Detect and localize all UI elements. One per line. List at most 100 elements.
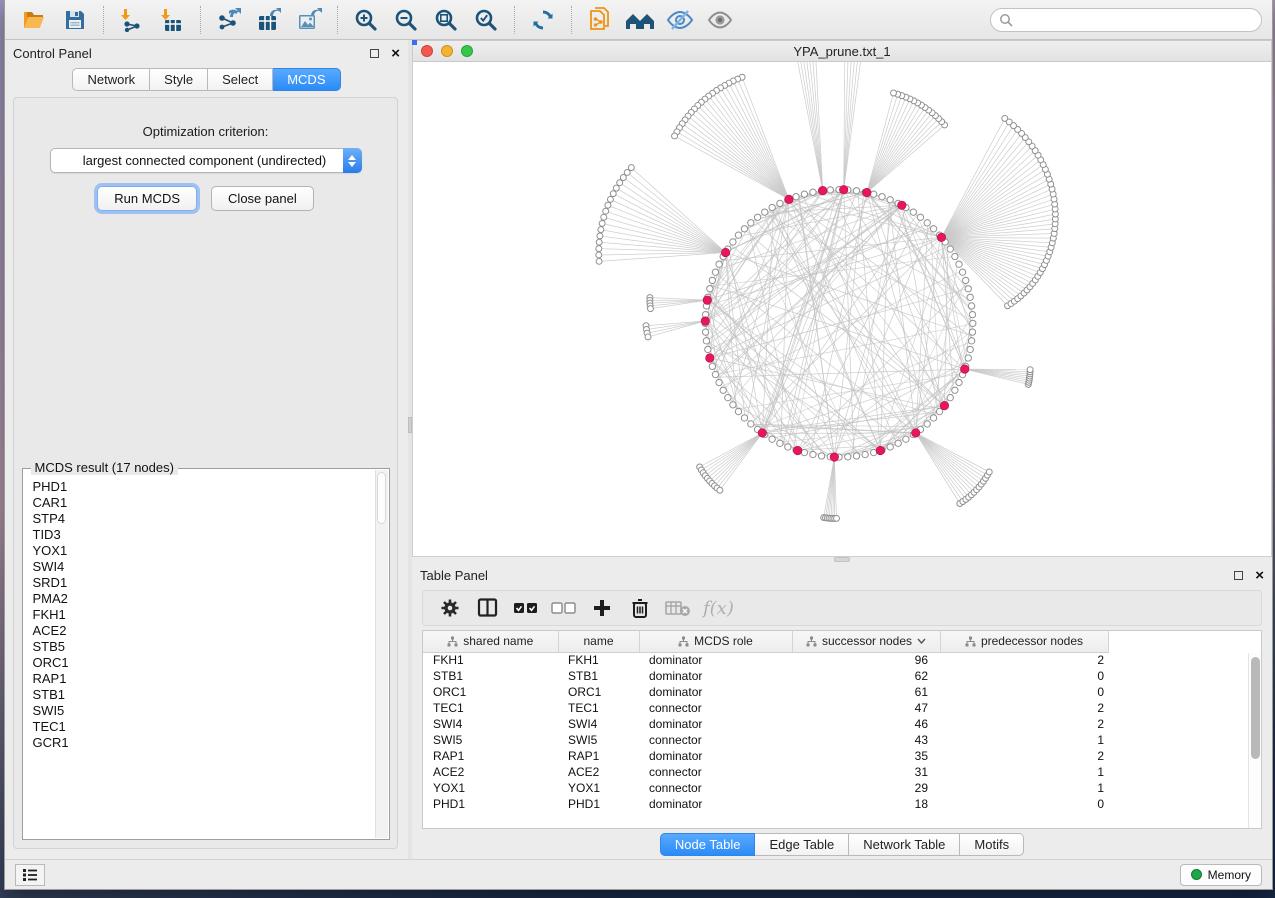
table-cell[interactable]: 2 [940, 748, 1108, 764]
table-cell[interactable]: 0 [940, 668, 1108, 684]
export-image-button[interactable] [289, 3, 329, 37]
float-panel-icon[interactable] [370, 49, 379, 58]
save-session-button[interactable] [55, 3, 95, 37]
column-header-name[interactable]: name [558, 631, 639, 652]
maximize-window-icon[interactable] [461, 45, 473, 57]
new-network-from-selection-button[interactable] [580, 3, 620, 37]
mcds-result-item[interactable]: SWI4 [33, 559, 379, 575]
table-row[interactable]: PHD1PHD1dominator180 [423, 796, 1108, 812]
run-mcds-button[interactable]: Run MCDS [97, 186, 197, 211]
column-header-successor-nodes[interactable]: successor nodes [792, 631, 940, 652]
table-row[interactable]: SWI5SWI5connector431 [423, 732, 1108, 748]
mcds-result-item[interactable]: RAP1 [33, 671, 379, 687]
close-panel-icon[interactable]: × [391, 46, 400, 61]
tab-motifs[interactable]: Motifs [960, 833, 1024, 856]
network-canvas[interactable] [412, 62, 1272, 557]
table-cell[interactable]: 43 [792, 732, 940, 748]
close-panel-icon[interactable]: × [1255, 568, 1264, 583]
table-cell[interactable]: RAP1 [558, 748, 639, 764]
table-row[interactable]: STB1STB1dominator620 [423, 668, 1108, 684]
table-cell[interactable]: dominator [639, 748, 792, 764]
table-cell[interactable]: dominator [639, 668, 792, 684]
close-window-icon[interactable] [421, 45, 433, 57]
first-neighbors-button[interactable] [620, 3, 660, 37]
table-cell[interactable]: RAP1 [423, 748, 558, 764]
tab-mcds[interactable]: MCDS [273, 68, 340, 91]
mcds-result-item[interactable]: CAR1 [33, 495, 379, 511]
table-cell[interactable]: FKH1 [423, 652, 558, 668]
table-cell[interactable]: connector [639, 780, 792, 796]
select-all-button[interactable] [509, 593, 543, 623]
import-network-button[interactable] [112, 3, 152, 37]
table-cell[interactable]: SWI4 [423, 716, 558, 732]
table-cell[interactable]: 2 [940, 700, 1108, 716]
mcds-result-item[interactable]: STP4 [33, 511, 379, 527]
mcds-result-item[interactable]: TID3 [33, 527, 379, 543]
table-row[interactable]: RAP1RAP1dominator352 [423, 748, 1108, 764]
float-panel-icon[interactable] [1234, 571, 1243, 580]
tab-network-table[interactable]: Network Table [849, 833, 960, 856]
mcds-result-item[interactable]: SWI5 [33, 703, 379, 719]
search-input[interactable] [1018, 13, 1253, 27]
minimize-window-icon[interactable] [441, 45, 453, 57]
table-cell[interactable]: 1 [940, 780, 1108, 796]
table-row[interactable]: YOX1YOX1connector291 [423, 780, 1108, 796]
mcds-result-item[interactable]: ACE2 [33, 623, 379, 639]
table-cell[interactable]: 61 [792, 684, 940, 700]
import-table-button[interactable] [152, 3, 192, 37]
mcds-result-item[interactable]: ORC1 [33, 655, 379, 671]
mcds-result-item[interactable]: PMA2 [33, 591, 379, 607]
table-cell[interactable]: 1 [940, 732, 1108, 748]
table-cell[interactable]: PHD1 [423, 796, 558, 812]
mcds-result-item[interactable]: STB1 [33, 687, 379, 703]
table-cell[interactable]: connector [639, 732, 792, 748]
zoom-fit-button[interactable] [426, 3, 466, 37]
table-cell[interactable]: 18 [792, 796, 940, 812]
mcds-result-item[interactable]: TEC1 [33, 719, 379, 735]
table-cell[interactable]: dominator [639, 716, 792, 732]
mcds-result-item[interactable]: GCR1 [33, 735, 379, 751]
tab-edge-table[interactable]: Edge Table [755, 833, 849, 856]
table-cell[interactable]: 0 [940, 796, 1108, 812]
table-row[interactable]: FKH1FKH1dominator962 [423, 652, 1108, 668]
table-cell[interactable]: ACE2 [558, 764, 639, 780]
table-cell[interactable]: YOX1 [558, 780, 639, 796]
delete-column-button[interactable] [623, 593, 657, 623]
table-cell[interactable]: ORC1 [423, 684, 558, 700]
table-cell[interactable]: 1 [940, 764, 1108, 780]
zoom-selected-button[interactable] [466, 3, 506, 37]
memory-button[interactable]: Memory [1180, 864, 1262, 886]
export-table-button[interactable] [249, 3, 289, 37]
table-cell[interactable]: 29 [792, 780, 940, 796]
table-cell[interactable]: 96 [792, 652, 940, 668]
table-scrollbar[interactable] [1248, 653, 1261, 828]
table-cell[interactable]: STB1 [423, 668, 558, 684]
splitter-handle[interactable] [834, 557, 850, 562]
table-row[interactable]: ACE2ACE2connector311 [423, 764, 1108, 780]
table-cell[interactable]: STB1 [558, 668, 639, 684]
table-cell[interactable]: SWI4 [558, 716, 639, 732]
show-columns-button[interactable] [471, 593, 505, 623]
table-cell[interactable]: dominator [639, 684, 792, 700]
table-cell[interactable]: ORC1 [558, 684, 639, 700]
table-cell[interactable]: 35 [792, 748, 940, 764]
criterion-select[interactable]: largest connected component (undirected) [50, 148, 362, 173]
horizontal-splitter[interactable] [412, 557, 1272, 562]
tab-network[interactable]: Network [72, 68, 150, 91]
tab-node-table[interactable]: Node Table [660, 833, 756, 856]
show-all-button[interactable] [700, 3, 740, 37]
table-cell[interactable]: YOX1 [423, 780, 558, 796]
mcds-result-list[interactable]: PHD1CAR1STP4TID3YOX1SWI4SRD1PMA2FKH1ACE2… [23, 475, 389, 815]
table-cell[interactable]: connector [639, 700, 792, 716]
column-header-shared-name[interactable]: shared name [423, 631, 558, 652]
table-cell[interactable]: 62 [792, 668, 940, 684]
table-cell[interactable]: dominator [639, 652, 792, 668]
table-cell[interactable]: TEC1 [423, 700, 558, 716]
table-cell[interactable]: dominator [639, 796, 792, 812]
table-cell[interactable]: SWI5 [558, 732, 639, 748]
mcds-list-scrollbar[interactable] [375, 470, 388, 838]
hide-selected-button[interactable] [660, 3, 700, 37]
table-cell[interactable]: 0 [940, 684, 1108, 700]
table-cell[interactable]: 2 [940, 652, 1108, 668]
open-file-button[interactable] [15, 3, 55, 37]
